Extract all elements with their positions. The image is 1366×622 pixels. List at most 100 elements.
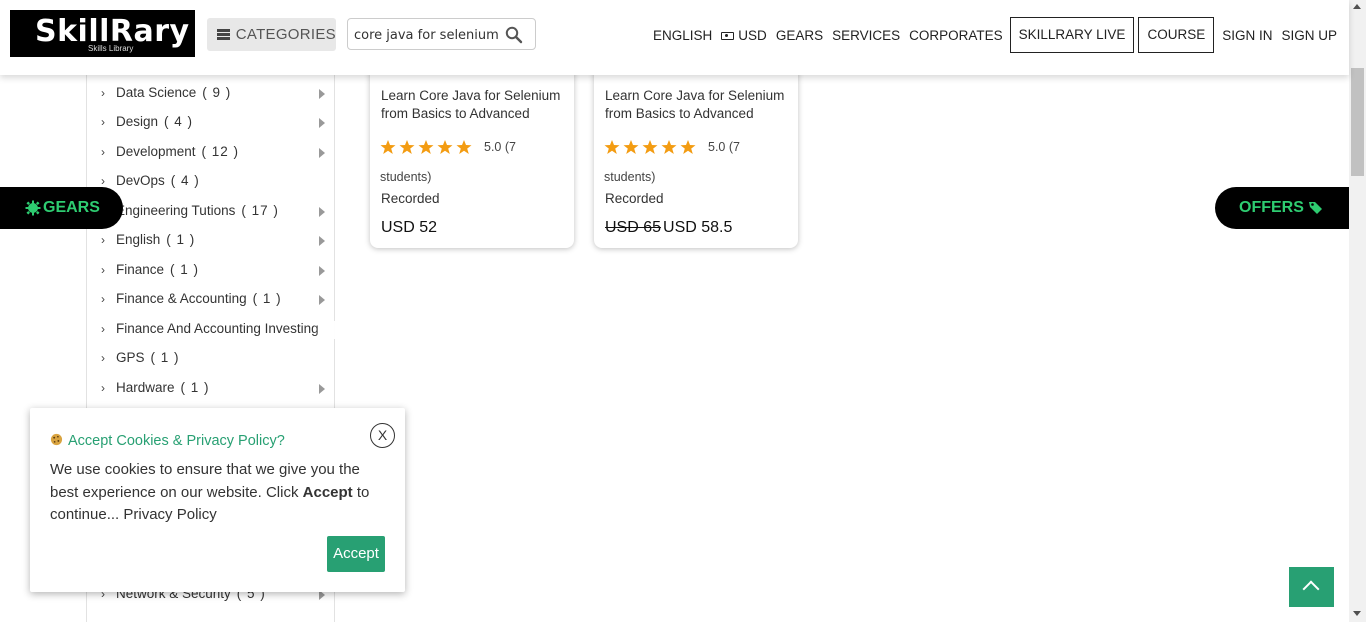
sidebar-item-count: ( 9 ) [202, 85, 232, 100]
caret-right-icon [319, 207, 325, 217]
sidebar-item-devops[interactable]: › DevOps ( 4 ) [87, 170, 335, 194]
sidebar-item-label: Hardware [116, 380, 175, 395]
nav-gears[interactable]: GEARS [773, 28, 826, 43]
logo-tagline: Skills Library [88, 44, 134, 53]
chevron-right-icon: › [101, 322, 105, 336]
sidebar-item-label: Development [116, 144, 196, 159]
chevron-right-icon: › [101, 351, 105, 365]
sidebar-item-count: ( 1 ) [150, 350, 180, 365]
sidebar-item-engineering-tutions[interactable]: › Engineering Tutions( 17 ) [87, 200, 335, 224]
sidebar-item-count: ( 1 ) [252, 291, 282, 306]
cookie-message: We use cookies to ensure that we give yo… [50, 459, 390, 527]
page: SkillRary Skills Library CATEGORIES ENGL… [0, 0, 1366, 622]
page-scrollbar[interactable] [1349, 0, 1366, 622]
star-icon [680, 140, 696, 154]
categories-button[interactable]: CATEGORIES [207, 18, 336, 51]
course-card[interactable]: Learn Core Java for Selenium from Basics… [594, 50, 798, 248]
students-text: students) [380, 170, 432, 184]
chevron-right-icon: › [101, 381, 105, 395]
cookie-title: Accept Cookies & Privacy Policy? [50, 433, 285, 449]
chevron-right-icon: › [101, 263, 105, 277]
nav-english[interactable]: ENGLISH [650, 28, 715, 43]
nav-services[interactable]: SERVICES [829, 28, 903, 43]
chevron-right-icon: › [101, 292, 105, 306]
caret-right-icon [319, 295, 325, 305]
sidebar-item-count: ( 1 ) [170, 262, 200, 277]
categories-label: CATEGORIES [235, 26, 336, 43]
search-input[interactable] [354, 25, 499, 45]
sidebar-item-english[interactable]: › English ( 1 ) [87, 229, 335, 253]
rating-text: 5.0 (7 [484, 140, 516, 154]
gears-floating-button[interactable]: GEARS [0, 187, 123, 229]
caret-right-icon [319, 384, 325, 394]
nav-sign-in[interactable]: SIGN IN [1219, 28, 1275, 43]
sidebar-item-development[interactable]: › Development ( 12 ) [87, 141, 335, 165]
sidebar-item-finance[interactable]: › Finance ( 1 ) [87, 259, 335, 283]
star-icon [437, 140, 453, 154]
course-card[interactable]: Learn Core Java for Selenium from Basics… [370, 50, 574, 248]
cookie-title-text: Accept Cookies & Privacy Policy? [68, 433, 285, 449]
close-button[interactable]: X [370, 423, 395, 448]
course-mode: Recorded [605, 191, 664, 206]
sidebar-item-label: Engineering Tutions [116, 203, 236, 218]
chevron-right-icon: › [101, 145, 105, 159]
sidebar-item-gps[interactable]: › GPS ( 1 ) [87, 347, 335, 371]
students-text: students) [604, 170, 656, 184]
course-title[interactable]: Learn Core Java for Selenium from Basics… [381, 87, 569, 123]
tags-icon [1308, 202, 1322, 214]
cookie-icon [50, 433, 63, 446]
sidebar-item-count: ( 17 ) [241, 203, 279, 218]
cookie-body-bold: Accept [302, 483, 353, 501]
star-icon [623, 140, 639, 154]
accept-button[interactable]: Accept [327, 536, 385, 572]
sidebar-item-finance-accounting-investing[interactable]: › Finance And Accounting Investing [87, 318, 335, 342]
star-icon [456, 140, 472, 154]
search-icon[interactable] [505, 26, 523, 44]
sidebar-item-design[interactable]: › Design ( 4 ) [87, 111, 335, 135]
price-old: USD 65 [605, 219, 662, 236]
offers-floating-button[interactable]: OFFERS [1215, 187, 1349, 229]
rating-stars [604, 139, 699, 155]
skillrary-logo[interactable]: SkillRary Skills Library [10, 10, 195, 57]
sidebar-item-label: Finance And Accounting Investing [116, 321, 319, 336]
rating-stars [380, 139, 475, 155]
sidebar-item-label: Finance [116, 262, 165, 277]
sidebar-item-label: GPS [116, 350, 145, 365]
course-title[interactable]: Learn Core Java for Selenium from Basics… [605, 87, 793, 123]
course-mode: Recorded [381, 191, 440, 206]
sidebar-item-label: Design [116, 114, 159, 129]
sidebar-item-count: ( 1 ) [166, 232, 196, 247]
chevron-right-icon: › [101, 86, 105, 100]
main-nav: ENGLISH USD GEARS SERVICES CORPORATES SK… [647, 17, 1340, 53]
sidebar-item-count: ( 4 ) [170, 173, 200, 188]
chevron-right-icon: › [101, 233, 105, 247]
star-icon [399, 140, 415, 154]
caret-right-icon [319, 89, 325, 99]
cookie-consent-dialog: X Accept Cookies & Privacy Policy? We us… [30, 408, 405, 592]
sidebar-item-label: Finance & Accounting [116, 291, 247, 306]
sidebar-item-count: ( 4 ) [164, 114, 194, 129]
scroll-up-arrow-icon[interactable] [1353, 4, 1361, 9]
hamburger-icon [217, 29, 230, 40]
sidebar-item-finance-accounting[interactable]: › Finance & Accounting ( 1 ) [87, 288, 335, 312]
nav-course[interactable]: COURSE [1138, 17, 1215, 53]
nav-corporates[interactable]: CORPORATES [906, 28, 1006, 43]
chevron-up-icon [1302, 580, 1320, 598]
top-header: SkillRary Skills Library CATEGORIES ENGL… [0, 0, 1349, 75]
star-icon [642, 140, 658, 154]
money-icon [721, 31, 735, 40]
sidebar-item-data-science[interactable]: › Data Science ( 9 ) [87, 82, 335, 106]
sidebar-item-hardware[interactable]: › Hardware ( 1 ) [87, 377, 335, 401]
scroll-down-arrow-icon[interactable] [1353, 611, 1361, 616]
search-box [347, 18, 536, 50]
nav-sign-up[interactable]: SIGN UP [1278, 28, 1340, 43]
scrollbar-thumb[interactable] [1351, 68, 1364, 176]
sidebar-item-label: English [116, 232, 161, 247]
caret-right-icon [319, 148, 325, 158]
caret-right-icon [319, 236, 325, 246]
caret-right-icon [319, 266, 325, 276]
text-fade [315, 321, 335, 339]
nav-currency[interactable]: USD [718, 28, 770, 43]
scroll-to-top-button[interactable] [1289, 567, 1334, 607]
nav-skillrary-live[interactable]: SKILLRARY LIVE [1009, 17, 1135, 53]
